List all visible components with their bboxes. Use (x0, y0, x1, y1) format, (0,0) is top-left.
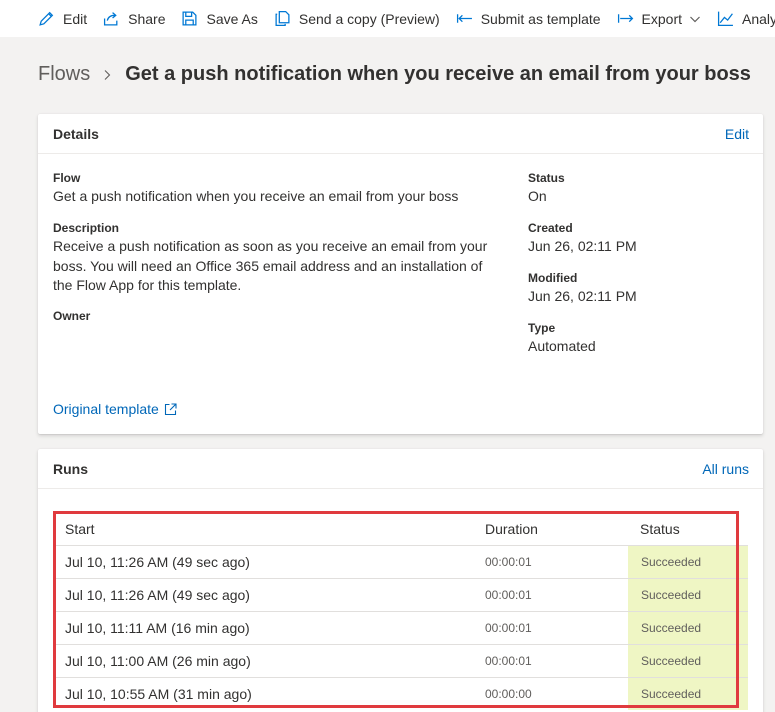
owner-field: Owner (53, 308, 90, 324)
arrow-left-icon (456, 14, 472, 23)
table-row[interactable]: Jul 10, 11:00 AM (26 min ago) 00:00:01 S… (54, 644, 748, 677)
edit-label: Edit (63, 10, 88, 27)
original-template-label: Original template (53, 401, 159, 417)
analytics-button[interactable]: Analytics (717, 10, 775, 27)
table-row[interactable]: Jul 10, 11:26 AM (49 sec ago) 00:00:01 S… (54, 545, 748, 578)
created-value: Jun 26, 02:11 PM (528, 238, 637, 254)
send-copy-button[interactable]: Send a copy (Preview) (274, 10, 440, 27)
created-label: Created (528, 221, 573, 235)
edit-button[interactable]: Edit (38, 10, 87, 27)
share-button[interactable]: Share (103, 10, 165, 27)
analytics-icon (717, 11, 733, 27)
table-row[interactable]: Jul 10, 10:55 AM (31 min ago) 00:00:00 S… (54, 677, 748, 710)
analytics-label: Analytics (742, 10, 775, 27)
run-start: Jul 10, 11:26 AM (49 sec ago) (65, 554, 250, 570)
details-card-header: Details Edit (38, 114, 763, 154)
pencil-icon (39, 11, 54, 26)
run-status: Succeeded (628, 612, 748, 644)
chevron-right-icon (104, 69, 111, 80)
all-runs-link[interactable]: All runs (702, 461, 749, 477)
column-header-duration[interactable]: Duration (474, 521, 628, 537)
page-title: Get a push notification when you receive… (125, 63, 751, 85)
run-duration: 00:00:01 (485, 654, 532, 668)
modified-value: Jun 26, 02:11 PM (528, 288, 637, 304)
runs-heading: Runs (53, 460, 88, 477)
export-button[interactable]: Export (617, 10, 701, 27)
run-duration: 00:00:01 (485, 621, 532, 635)
column-header-start[interactable]: Start (54, 521, 474, 537)
runs-table: Start Duration Status Jul 10, 11:26 AM (… (54, 513, 748, 710)
run-duration: 00:00:01 (485, 555, 532, 569)
flow-label: Flow (53, 171, 81, 185)
details-heading: Details (53, 125, 99, 142)
status-field: Status On (528, 170, 565, 207)
submit-template-button[interactable]: Submit as template (456, 10, 601, 27)
send-copy-label: Send a copy (Preview) (298, 10, 440, 27)
table-row[interactable]: Jul 10, 11:26 AM (49 sec ago) 00:00:01 S… (54, 578, 748, 611)
export-label: Export (641, 10, 683, 27)
run-duration: 00:00:00 (485, 687, 532, 701)
created-field: Created Jun 26, 02:11 PM (528, 220, 637, 257)
column-header-status[interactable]: Status (628, 513, 748, 545)
run-status: Succeeded (628, 678, 748, 710)
modified-field: Modified Jun 26, 02:11 PM (528, 270, 637, 307)
type-label: Type (528, 321, 556, 335)
description-label: Description (53, 221, 120, 235)
type-field: Type Automated (528, 320, 596, 357)
original-template-link[interactable]: Original template (53, 401, 177, 417)
save-as-label: Save As (206, 10, 258, 27)
description-field: Description Receive a push notification … (53, 220, 505, 296)
description-value: Receive a push notification as soon as y… (53, 238, 488, 293)
details-card: Details Edit Flow Get a push notificatio… (38, 114, 763, 434)
run-start: Jul 10, 10:55 AM (31 min ago) (65, 686, 252, 702)
runs-card-header: Runs All runs (38, 449, 763, 489)
copy-icon (275, 10, 290, 27)
save-as-button[interactable]: Save As (181, 10, 258, 27)
run-start: Jul 10, 11:11 AM (16 min ago) (65, 620, 250, 636)
flow-field: Flow Get a push notification when you re… (53, 170, 493, 207)
flow-value: Get a push notification when you receive… (53, 188, 459, 204)
share-label: Share (128, 10, 166, 27)
run-start: Jul 10, 11:00 AM (26 min ago) (65, 653, 251, 669)
run-status: Succeeded (628, 546, 748, 578)
export-icon (617, 14, 633, 23)
status-label: Status (528, 171, 565, 185)
chevron-down-icon (690, 16, 700, 22)
type-value: Automated (528, 338, 596, 354)
owner-label: Owner (53, 309, 91, 323)
run-status: Succeeded (628, 579, 748, 611)
breadcrumb-flows-link[interactable]: Flows (38, 63, 90, 86)
runs-card: Runs All runs Start Duration Status Jul … (38, 449, 763, 712)
table-row[interactable]: Jul 10, 11:11 AM (16 min ago) 00:00:01 S… (54, 611, 748, 644)
command-bar: Edit Share Save As Send a copy (Preview)… (0, 0, 775, 37)
submit-template-label: Submit as template (480, 10, 601, 27)
modified-label: Modified (528, 271, 578, 285)
run-start: Jul 10, 11:26 AM (49 sec ago) (65, 587, 250, 603)
breadcrumb: Flows Get a push notification when you r… (38, 63, 751, 86)
save-as-icon (182, 11, 197, 26)
status-value: On (528, 188, 547, 204)
table-header-row: Start Duration Status (54, 513, 748, 545)
run-duration: 00:00:01 (485, 588, 532, 602)
details-edit-link[interactable]: Edit (725, 126, 749, 142)
share-icon (104, 12, 118, 26)
run-status: Succeeded (628, 645, 748, 677)
open-external-icon (164, 402, 177, 415)
